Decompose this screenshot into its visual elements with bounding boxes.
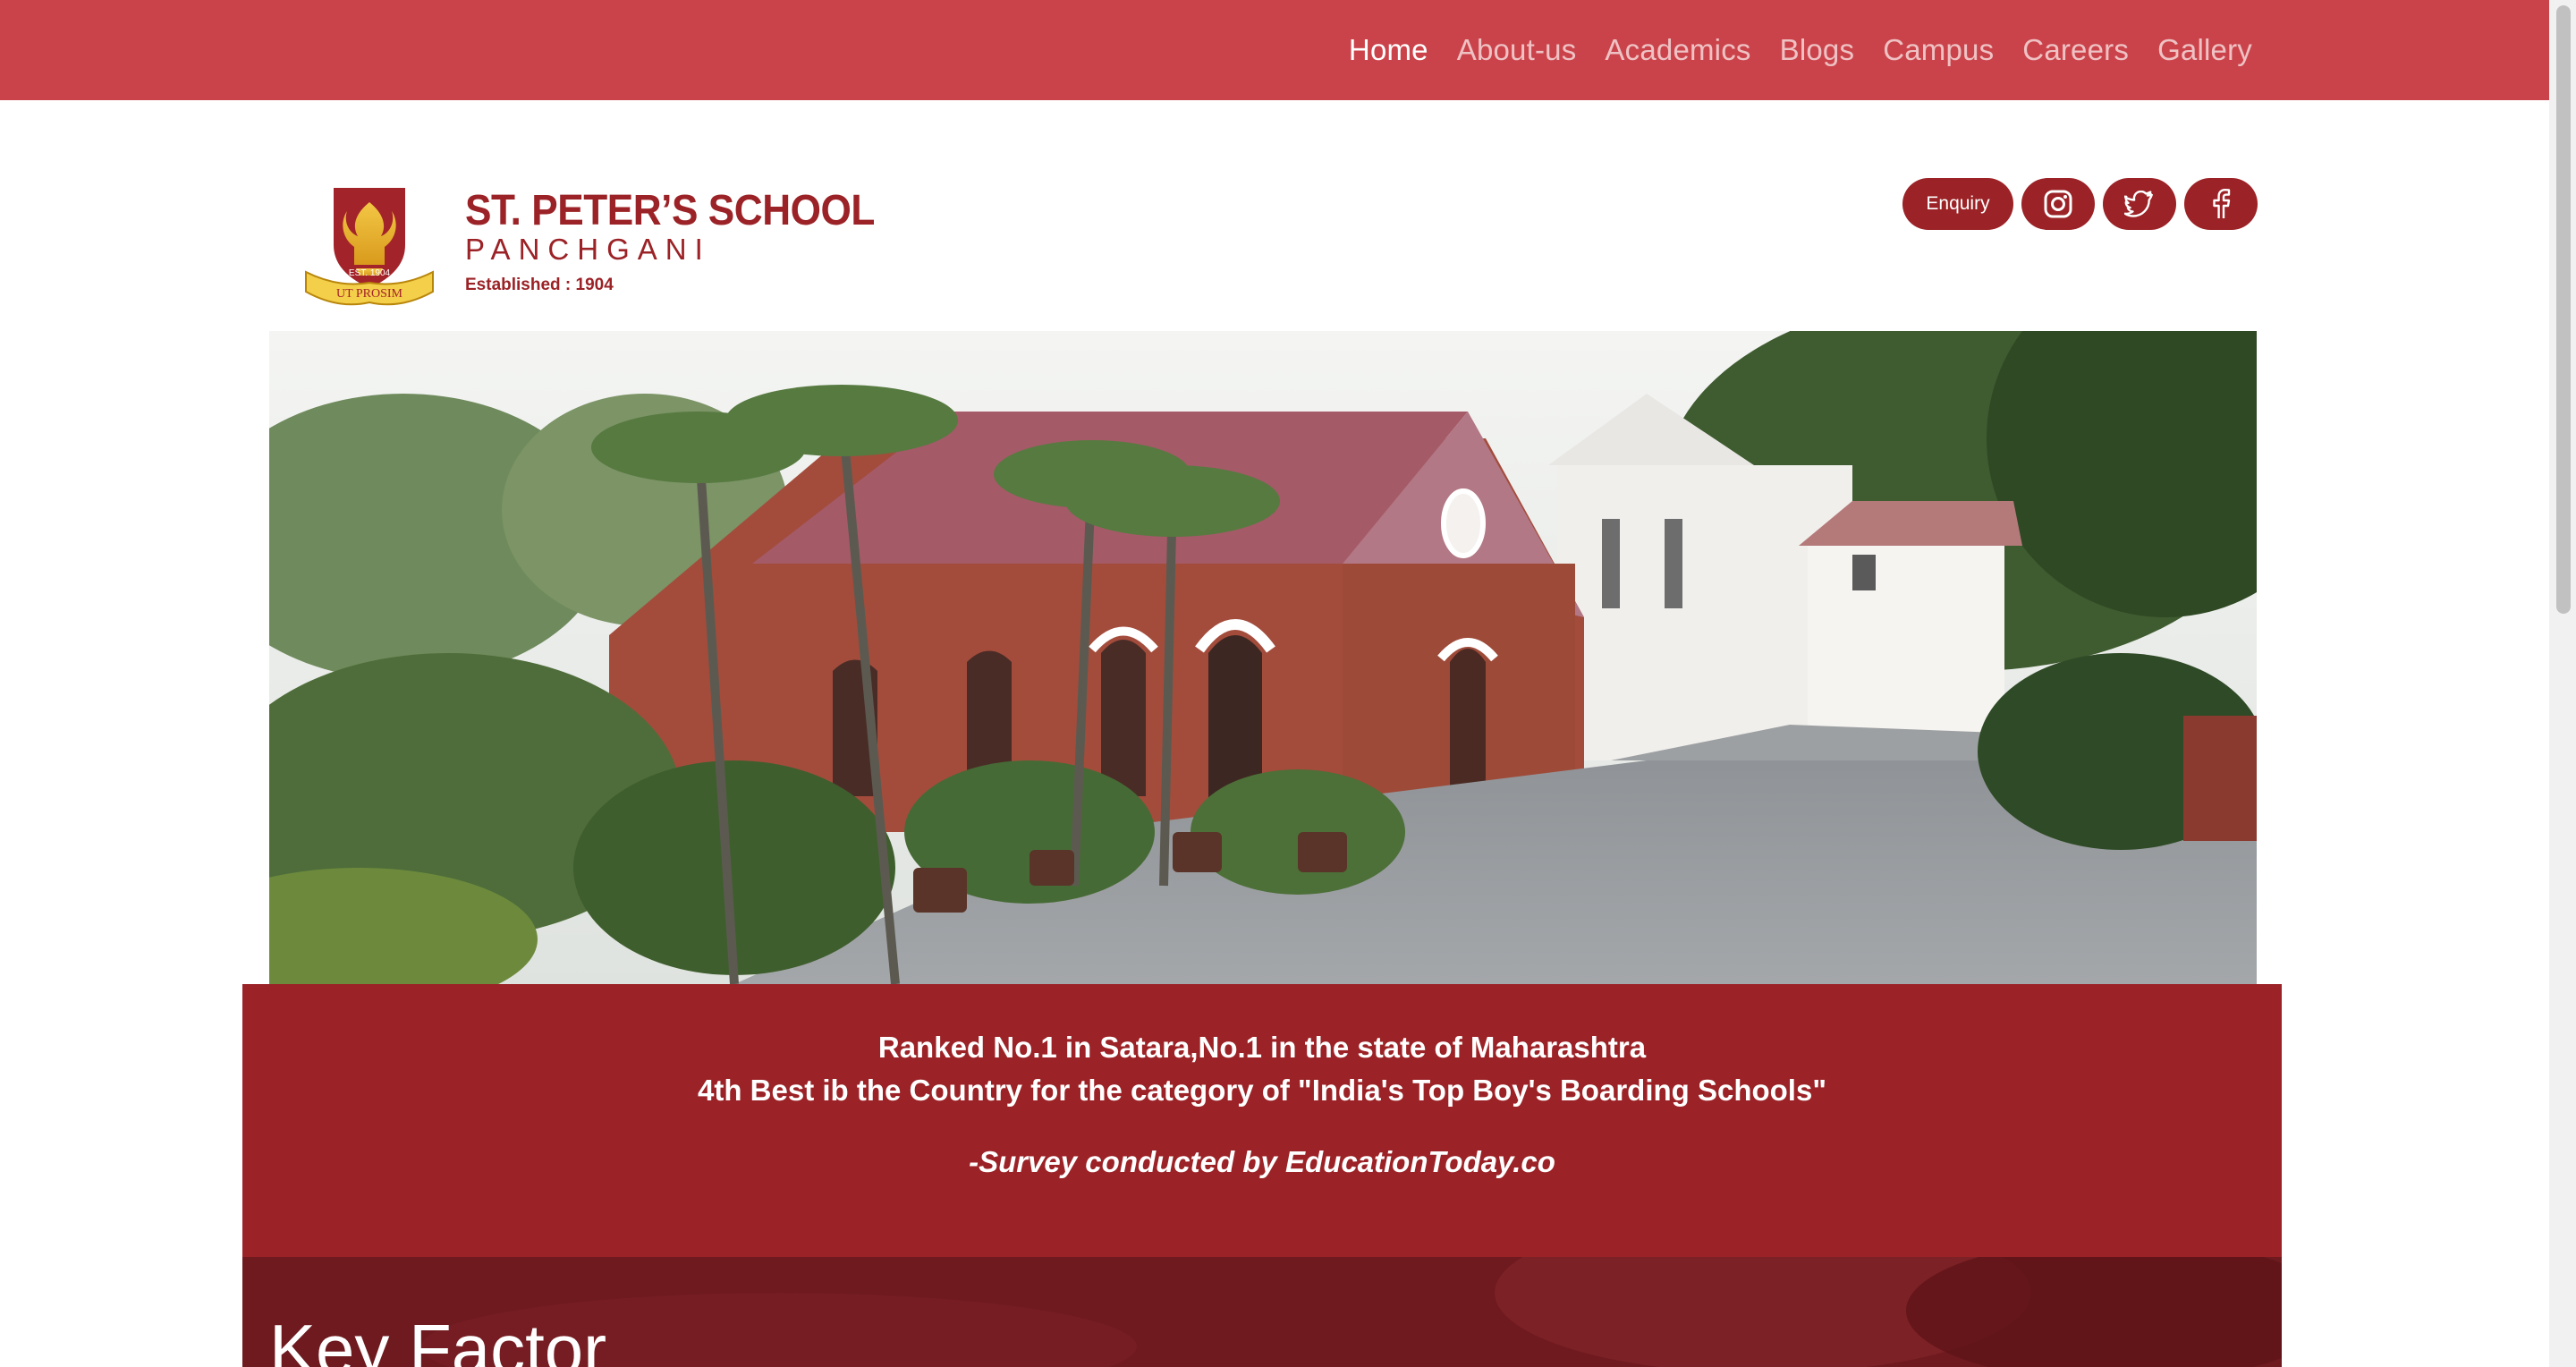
key-factor-heading: Key Factor — [269, 1310, 607, 1367]
scrollbar-thumb[interactable] — [2556, 5, 2571, 614]
nav-academics[interactable]: Academics — [1605, 33, 1750, 67]
nav-gallery[interactable]: Gallery — [2157, 33, 2252, 67]
header-actions: Enquiry — [1902, 178, 2258, 230]
nav-campus[interactable]: Campus — [1883, 33, 1994, 67]
ranking-line-2: 4th Best ib the Country for the category… — [698, 1074, 1826, 1107]
instagram-button[interactable] — [2021, 178, 2095, 230]
top-navbar: Home About-us Academics Blogs Campus Car… — [0, 0, 2549, 100]
ranking-banner: Ranked No.1 in Satara,No.1 in the state … — [242, 984, 2282, 1257]
hero-campus-image — [269, 331, 2257, 984]
survey-credit: -Survey conducted by EducationToday.co — [969, 1145, 1555, 1178]
crest-motto-text: UT PROSIM — [336, 287, 403, 301]
school-name: ST. PETER’S SCHOOL — [465, 187, 875, 234]
nav-about-us[interactable]: About-us — [1457, 33, 1577, 67]
nav-home[interactable]: Home — [1349, 33, 1428, 67]
crest-est-text: EST. 1904 — [349, 268, 391, 278]
nav-careers[interactable]: Careers — [2022, 33, 2129, 67]
twitter-icon — [2124, 191, 2154, 217]
school-header: EST. 1904 UT PROSIM ST. PETER’S SCHOOL P… — [268, 100, 2258, 331]
page-scrollbar[interactable] — [2549, 0, 2576, 1367]
enquiry-button[interactable]: Enquiry — [1902, 178, 2013, 230]
facebook-button[interactable] — [2184, 178, 2258, 230]
school-established: Established : 1904 — [465, 276, 614, 294]
instagram-icon — [2044, 190, 2072, 218]
key-factor-section: Key Factor — [242, 1257, 2282, 1367]
facebook-icon — [2213, 189, 2231, 218]
campus-illustration — [269, 331, 2257, 984]
nav-links: Home About-us Academics Blogs Campus Car… — [1320, 0, 2252, 100]
twitter-button[interactable] — [2103, 178, 2176, 230]
school-crest-logo[interactable]: EST. 1904 UT PROSIM — [302, 183, 436, 315]
nav-blogs[interactable]: Blogs — [1780, 33, 1855, 67]
school-location: PANCHGANI — [465, 233, 711, 266]
ranking-line-1: Ranked No.1 in Satara,No.1 in the state … — [877, 1031, 1647, 1064]
